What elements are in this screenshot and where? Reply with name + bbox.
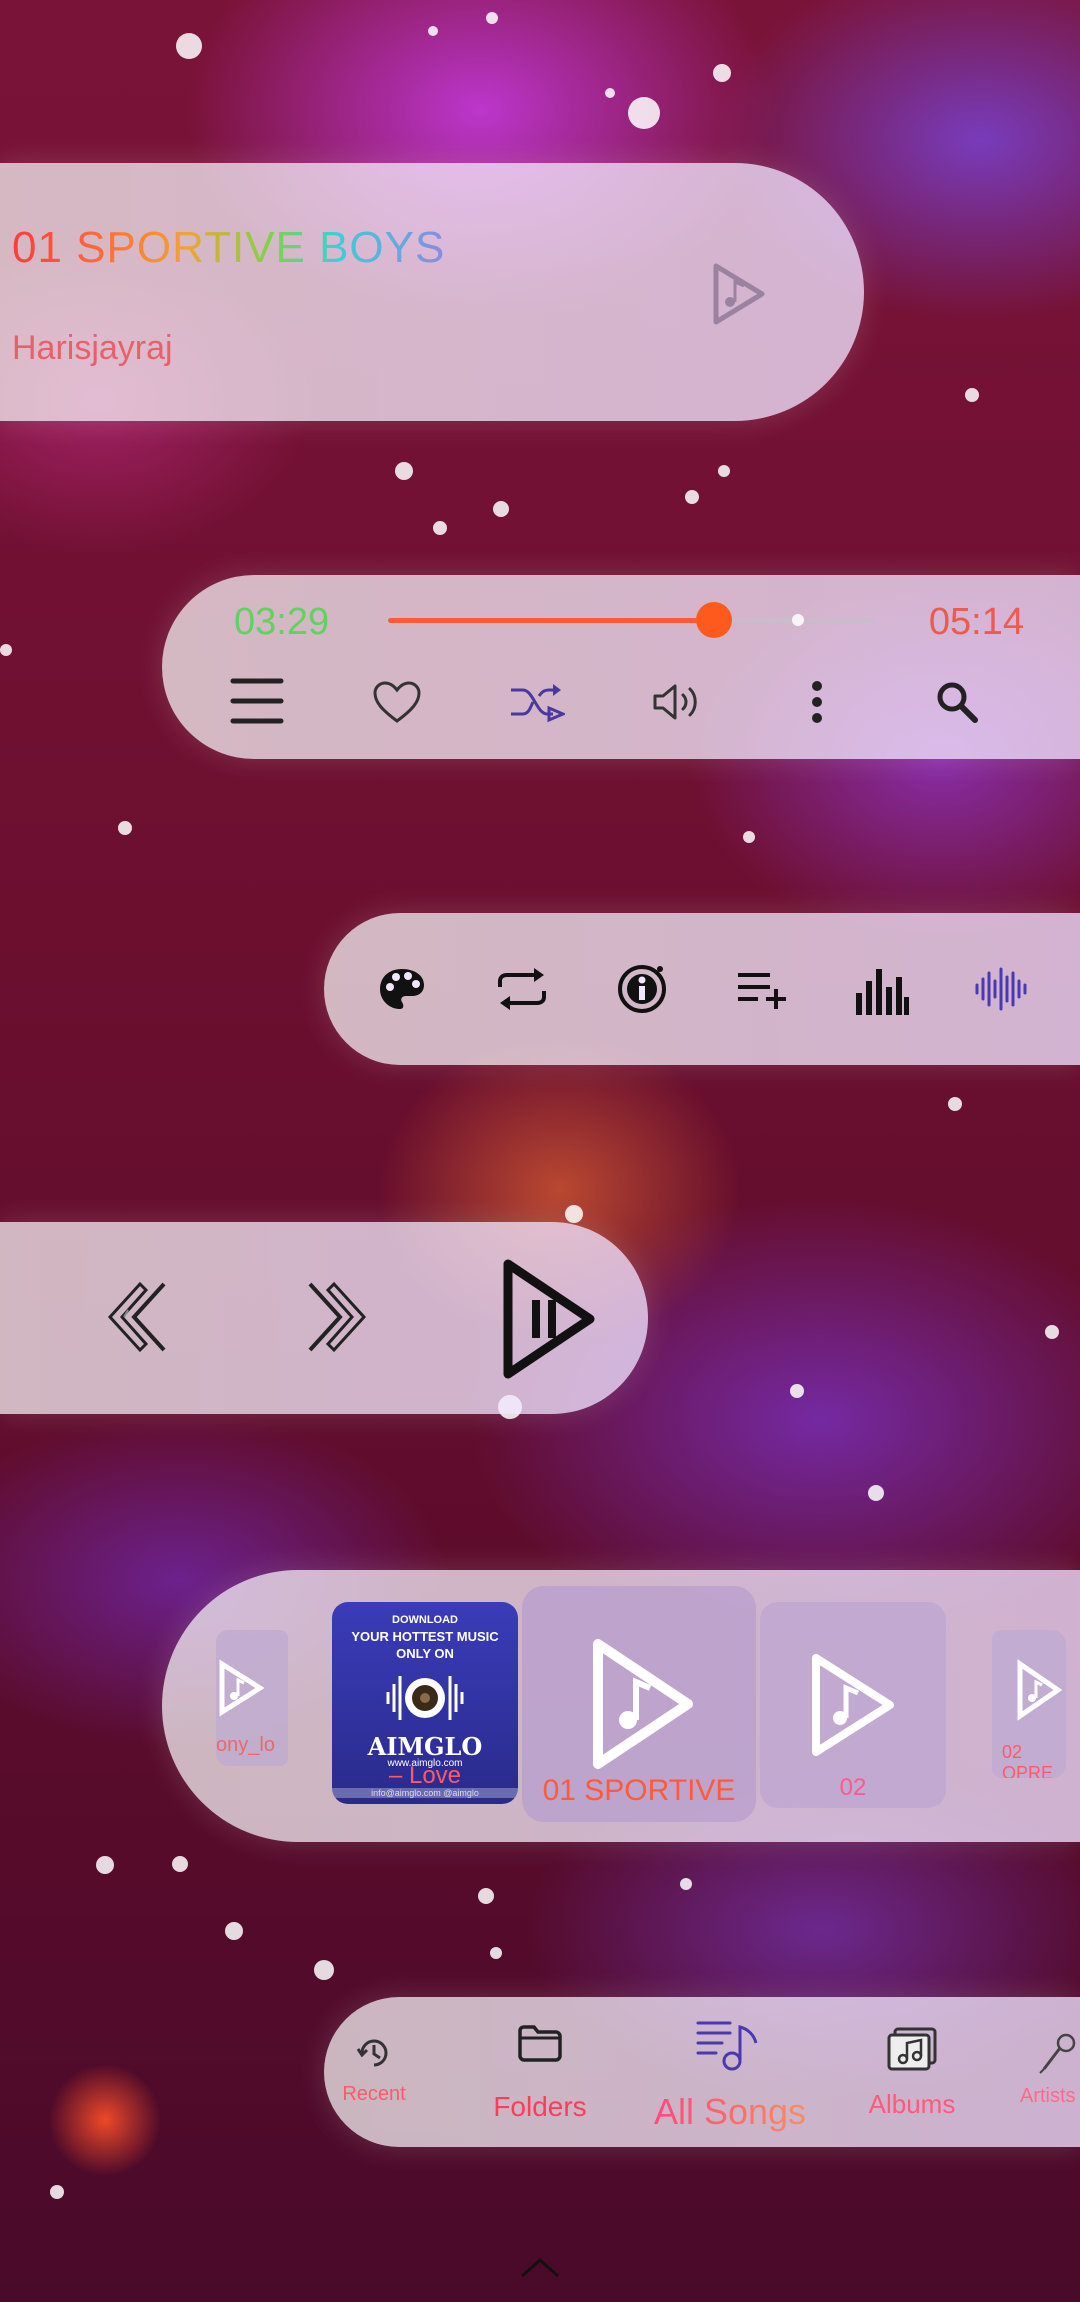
carousel-card-selected[interactable]: 01 SPORTIVE — [522, 1586, 756, 1822]
nav-item-artists[interactable]: Artists — [1012, 1997, 1080, 2147]
carousel-card-label: ony_lo — [216, 1734, 275, 1756]
more-vertical-icon[interactable] — [786, 671, 848, 733]
cover-brand: AIMGLO — [367, 1732, 483, 1761]
chevron-up-icon[interactable] — [520, 2256, 560, 2278]
cover-text-line3: ONLY ON — [396, 1646, 454, 1661]
carousel-card[interactable]: 02 OPRE — [992, 1630, 1066, 1778]
nav-item-albums[interactable]: Albums — [824, 1997, 1000, 2147]
search-icon[interactable] — [926, 671, 988, 733]
carousel-card[interactable]: ony_lo — [216, 1630, 288, 1766]
recent-icon — [356, 2035, 392, 2076]
nav-label-recent: Recent — [342, 2083, 406, 2105]
nav-label-folders: Folders — [493, 2091, 587, 2122]
now-playing-panel[interactable]: 01 SPORTIVE BOYS Harisjayraj — [0, 163, 864, 421]
folder-icon — [517, 2023, 563, 2068]
music-list-icon — [696, 2017, 764, 2078]
carousel-card-label: 01 SPORTIVE — [542, 1774, 736, 1807]
queue-icon[interactable] — [226, 671, 288, 733]
previous-icon[interactable] — [104, 1280, 170, 1359]
info-icon[interactable] — [610, 957, 674, 1021]
shuffle-icon[interactable] — [506, 671, 568, 733]
cover-footer: info@aimglo.com @aimglo — [332, 1788, 518, 1798]
play-note-icon — [710, 258, 770, 330]
albums-icon — [885, 2027, 939, 2078]
waveform-icon[interactable] — [970, 957, 1034, 1021]
nav-item-folders[interactable]: Folders — [474, 1997, 606, 2147]
carousel-card[interactable]: 02 — [760, 1602, 946, 1808]
nav-label-all-songs: All Songs — [624, 2091, 836, 2133]
nav-label-albums: Albums — [868, 2089, 956, 2119]
heart-icon[interactable] — [366, 671, 428, 733]
carousel-card[interactable]: DOWNLOAD YOUR HOTTEST MUSIC ONLY ON AIMG… — [332, 1602, 518, 1804]
carousel-card-label: 02 OPRE — [1002, 1742, 1054, 1778]
seek-thumb[interactable] — [695, 602, 732, 638]
play-pause-icon[interactable] — [498, 1254, 598, 1389]
seek-bar-fill — [388, 618, 714, 623]
palette-icon[interactable] — [370, 957, 434, 1021]
cover-text-top: DOWNLOAD — [392, 1614, 458, 1626]
cover-text-line2: YOUR HOTTEST MUSIC — [351, 1629, 499, 1644]
next-icon[interactable] — [304, 1280, 370, 1359]
player-controls — [222, 671, 1062, 751]
bottom-nav: Recent Folders All Songs Albums Artists — [324, 1997, 1080, 2147]
microphone-icon — [1038, 2033, 1078, 2080]
add-to-playlist-icon[interactable] — [730, 957, 794, 1021]
nav-item-all-songs[interactable]: All Songs — [624, 1997, 836, 2147]
playback-panel: 03:29 05:14 — [162, 575, 1080, 759]
total-time: 05:14 — [928, 601, 1024, 643]
song-carousel: ony_lo DOWNLOAD YOUR HOTTEST MUSIC ONLY … — [162, 1570, 1080, 1842]
current-time: 03:29 — [234, 601, 330, 643]
transport-panel — [0, 1222, 648, 1414]
seek-bubble — [792, 614, 804, 626]
nav-item-recent[interactable]: Recent — [330, 1997, 418, 2147]
artist-name: Harisjayraj — [12, 329, 173, 367]
equalizer-icon[interactable] — [850, 957, 914, 1021]
carousel-card-label: 02 — [839, 1774, 867, 1801]
repeat-icon[interactable] — [490, 957, 554, 1021]
nav-label-artists: Artists — [1020, 2085, 1076, 2107]
speaker-icon — [384, 1668, 466, 1733]
volume-icon[interactable] — [646, 671, 708, 733]
tools-panel — [324, 913, 1080, 1065]
song-title: 01 SPORTIVE BOYS — [12, 223, 446, 272]
carousel-card-label: – Love — [388, 1762, 462, 1789]
seek-bar[interactable] — [388, 602, 874, 638]
